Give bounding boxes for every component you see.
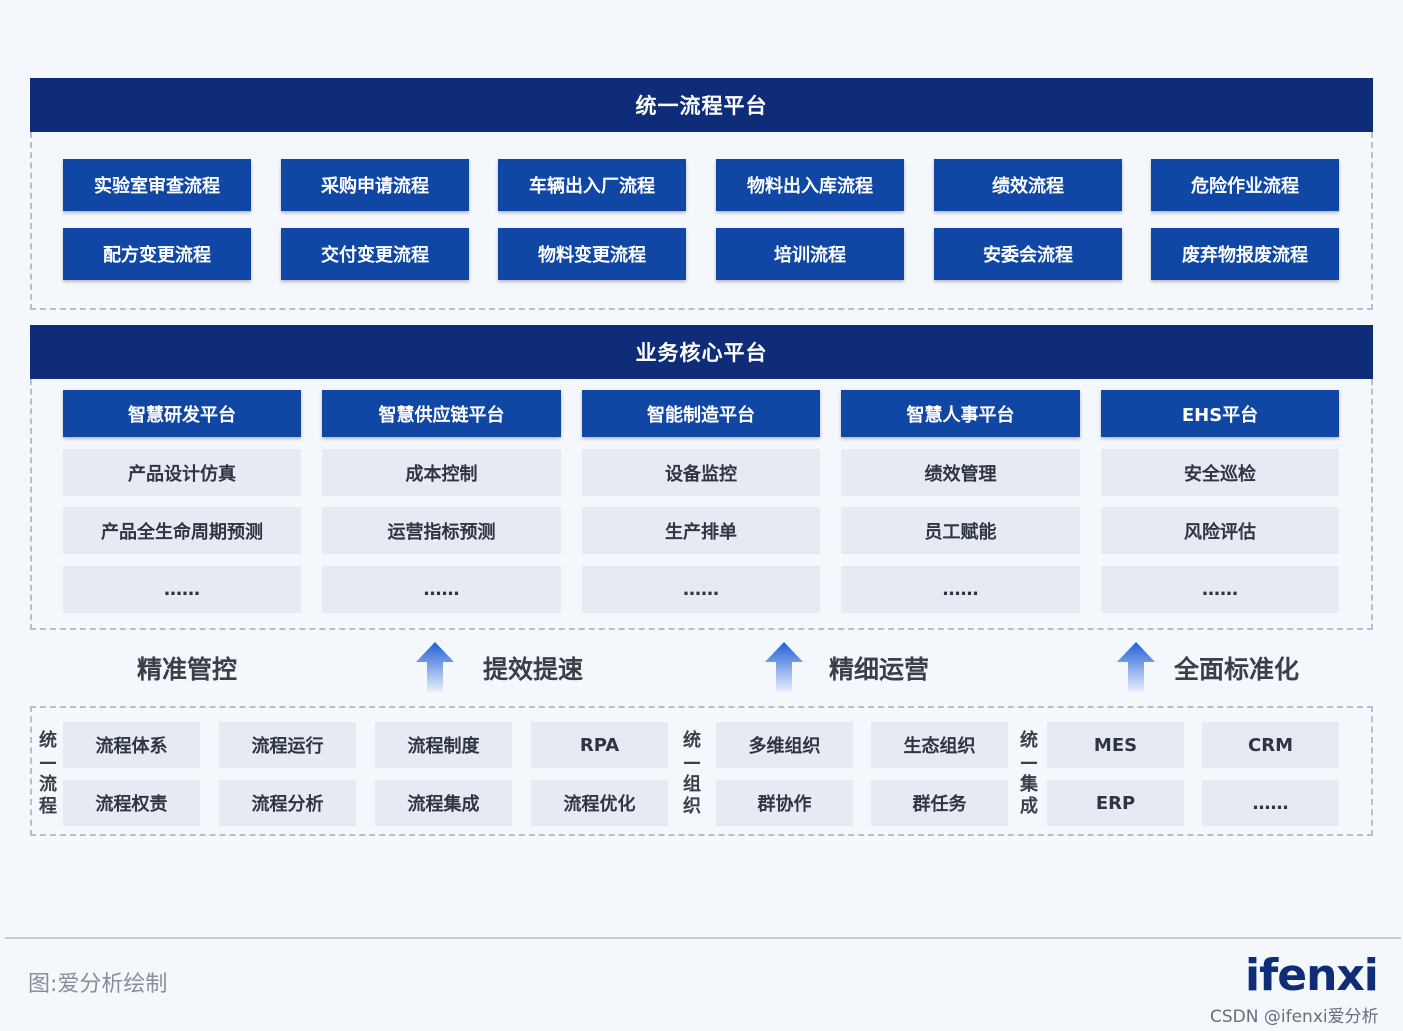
base-cell[interactable]: 群任务: [871, 780, 1008, 826]
platform-item-ellipsis: ……: [1101, 566, 1339, 613]
core-platform-banner: 业务核心平台: [30, 325, 1373, 379]
base-cell[interactable]: 流程集成: [375, 780, 512, 826]
process-purchase-request[interactable]: 采购申请流程: [281, 159, 469, 211]
platform-item[interactable]: 产品全生命周期预测: [63, 507, 301, 554]
platform-item[interactable]: 运营指标预测: [322, 507, 561, 554]
platform-item-ellipsis: ……: [582, 566, 820, 613]
process-material-warehouse[interactable]: 物料出入库流程: [716, 159, 904, 211]
base-cell-ellipsis: ……: [1202, 780, 1339, 826]
base-cell[interactable]: 生态组织: [871, 722, 1008, 768]
process-safety-committee[interactable]: 安委会流程: [934, 228, 1122, 280]
base-cell[interactable]: 群协作: [716, 780, 853, 826]
platform-hr-header[interactable]: 智慧人事平台: [841, 390, 1080, 437]
process-material-change[interactable]: 物料变更流程: [498, 228, 686, 280]
platform-ehs-header[interactable]: EHS平台: [1101, 390, 1339, 437]
base-cell[interactable]: 流程运行: [219, 722, 356, 768]
base-cell[interactable]: MES: [1047, 722, 1184, 768]
platform-item[interactable]: 设备监控: [582, 449, 820, 496]
process-hazardous-work[interactable]: 危险作业流程: [1151, 159, 1339, 211]
slogan-fine-operation: 精细运营: [829, 655, 930, 684]
platform-item-ellipsis: ……: [322, 566, 561, 613]
slogan-precise-control: 精准管控: [137, 655, 238, 684]
csdn-watermark: CSDN @ifenxi爱分析: [1210, 1007, 1379, 1027]
platform-item[interactable]: 安全巡检: [1101, 449, 1339, 496]
process-lab-review[interactable]: 实验室审查流程: [63, 159, 251, 211]
group-label-organization: 统 — 组 织: [683, 730, 701, 817]
platform-item[interactable]: 员工赋能: [841, 507, 1080, 554]
up-arrow-icon: [416, 642, 454, 692]
platform-item[interactable]: 生产排单: [582, 507, 820, 554]
top-platform-title: 统一流程平台: [635, 94, 768, 118]
base-cell[interactable]: CRM: [1202, 722, 1339, 768]
platform-item[interactable]: 成本控制: [322, 449, 561, 496]
process-vehicle-entry-exit[interactable]: 车辆出入厂流程: [498, 159, 686, 211]
platform-item[interactable]: 产品设计仿真: [63, 449, 301, 496]
process-performance[interactable]: 绩效流程: [934, 159, 1122, 211]
platform-manufacturing-header[interactable]: 智能制造平台: [582, 390, 820, 437]
base-cell[interactable]: 流程权责: [63, 780, 200, 826]
top-platform-banner: 统一流程平台: [30, 78, 1373, 132]
process-formula-change[interactable]: 配方变更流程: [63, 228, 251, 280]
process-waste-disposal[interactable]: 废弃物报废流程: [1151, 228, 1339, 280]
base-cell[interactable]: 多维组织: [716, 722, 853, 768]
slogan-standardization: 全面标准化: [1174, 655, 1300, 684]
process-training[interactable]: 培训流程: [716, 228, 904, 280]
platform-item[interactable]: 绩效管理: [841, 449, 1080, 496]
group-label-process: 统 — 流 程: [39, 730, 57, 817]
platform-item-ellipsis: ……: [841, 566, 1080, 613]
core-platform-title: 业务核心平台: [635, 341, 768, 365]
ifenxi-logo: ifenxi: [1245, 950, 1379, 1001]
base-cell[interactable]: 流程分析: [219, 780, 356, 826]
base-cell[interactable]: RPA: [531, 722, 668, 768]
platform-rnd-header[interactable]: 智慧研发平台: [63, 390, 301, 437]
up-arrow-icon: [1117, 642, 1155, 692]
platform-item-ellipsis: ……: [63, 566, 301, 613]
base-cell[interactable]: 流程体系: [63, 722, 200, 768]
base-cell[interactable]: 流程优化: [531, 780, 668, 826]
platform-supply-chain-header[interactable]: 智慧供应链平台: [322, 390, 561, 437]
base-cell[interactable]: ERP: [1047, 780, 1184, 826]
base-cell[interactable]: 流程制度: [375, 722, 512, 768]
footer-caption: 图:爱分析绘制: [28, 972, 168, 997]
up-arrow-icon: [765, 642, 803, 692]
platform-item[interactable]: 风险评估: [1101, 507, 1339, 554]
footer-divider: [5, 937, 1401, 939]
slogan-efficiency: 提效提速: [483, 655, 584, 684]
group-label-integration: 统 — 集 成: [1020, 730, 1038, 817]
process-delivery-change[interactable]: 交付变更流程: [281, 228, 469, 280]
